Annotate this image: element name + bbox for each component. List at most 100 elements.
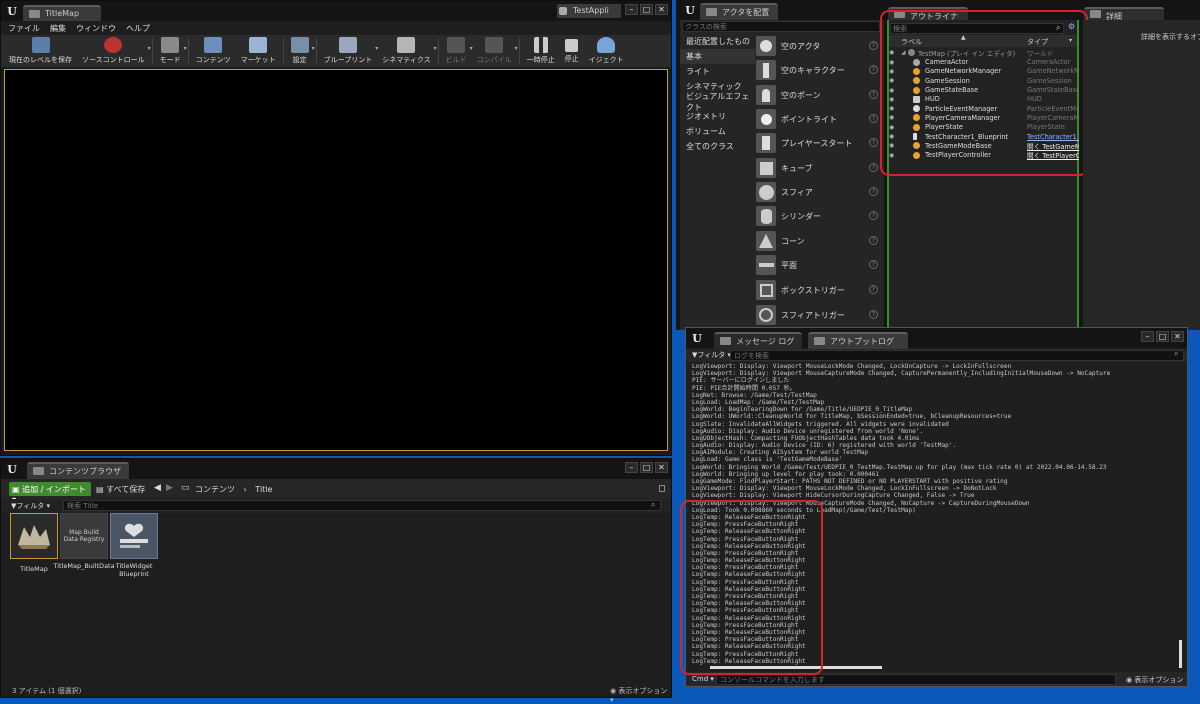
help-icon[interactable]: ? bbox=[869, 310, 878, 319]
place-item-cube[interactable]: キューブ? bbox=[756, 157, 880, 179]
back-arrow-icon[interactable]: ◀ bbox=[154, 483, 161, 493]
close-button[interactable]: ✕ bbox=[655, 462, 668, 473]
build-button[interactable]: ビルド ▾ bbox=[441, 35, 473, 67]
tab-content-browser[interactable]: コンテンツブラウザ bbox=[27, 462, 129, 479]
eject-button[interactable]: イジェクト bbox=[584, 35, 629, 67]
minimize-button[interactable]: – bbox=[625, 4, 638, 15]
place-item-plane[interactable]: 平面? bbox=[756, 254, 880, 276]
console-command-input[interactable] bbox=[716, 674, 1116, 685]
log-filter-button[interactable]: ▼フィルタ ▾ bbox=[692, 350, 731, 360]
content-label: コンテンツ bbox=[195, 56, 231, 64]
asset-titlewidget-blueprint[interactable]: TitleWidget Blueprint bbox=[110, 513, 158, 578]
help-icon[interactable]: ? bbox=[869, 187, 878, 196]
add-import-button[interactable]: ▣ 追加 / インポート ▾ bbox=[9, 482, 91, 504]
modes-button[interactable]: モード ▾ bbox=[155, 35, 187, 67]
lock-icon[interactable] bbox=[659, 485, 665, 492]
filter-button[interactable]: ▼フィルタ ▾ bbox=[11, 501, 50, 511]
tab-titlemap[interactable]: TitleMap bbox=[23, 5, 101, 22]
eject-icon bbox=[597, 37, 616, 53]
menu-window[interactable]: ウィンドウ bbox=[76, 23, 116, 34]
eject-label: イジェクト bbox=[588, 56, 624, 64]
class-search-input[interactable] bbox=[682, 21, 880, 32]
help-icon[interactable]: ? bbox=[869, 65, 878, 74]
marketplace-button[interactable]: マーケット bbox=[236, 35, 281, 67]
category-basic[interactable]: 基本 bbox=[680, 49, 755, 64]
place-item-cylinder[interactable]: シリンダー? bbox=[756, 205, 880, 227]
category-recent[interactable]: 最近配置したもの bbox=[680, 34, 755, 49]
place-item-sphere-trigger[interactable]: スフィアトリガー? bbox=[756, 304, 880, 326]
save-level-button[interactable]: 現在のレベルを保存 bbox=[4, 35, 77, 67]
chevron-down-icon: ▾ bbox=[147, 45, 151, 52]
cmd-selector[interactable]: Cmd ▾ bbox=[692, 675, 714, 683]
tab-place-actors[interactable]: アクタを配置 bbox=[700, 3, 778, 20]
tab-details[interactable]: 詳細 bbox=[1084, 7, 1164, 21]
place-item-cone[interactable]: コーン? bbox=[756, 230, 880, 252]
place-item-empty-actor[interactable]: 空のアクタ? bbox=[756, 35, 880, 57]
settings-button[interactable]: 設定 ▾ bbox=[286, 35, 315, 67]
log-scrollbar[interactable] bbox=[1179, 640, 1182, 668]
menu-edit[interactable]: 編集 bbox=[50, 23, 66, 34]
breadcrumb-content[interactable]: コンテンツ bbox=[195, 485, 235, 494]
blueprints-button[interactable]: ブループリント ▾ bbox=[319, 35, 378, 67]
add-import-label: 追加 / インポート bbox=[22, 485, 86, 494]
place-item-empty-character[interactable]: 空のキャラクター? bbox=[756, 59, 880, 81]
character-icon bbox=[756, 60, 776, 80]
close-button[interactable]: ✕ bbox=[1171, 331, 1184, 342]
asset-titlemap[interactable]: TitleMap bbox=[10, 513, 58, 573]
help-icon[interactable]: ? bbox=[869, 41, 878, 50]
minimize-button[interactable]: – bbox=[1141, 331, 1154, 342]
help-icon[interactable]: ? bbox=[869, 114, 878, 123]
maximize-button[interactable]: □ bbox=[1156, 331, 1169, 342]
place-item-point-light[interactable]: ポイントライト? bbox=[756, 108, 880, 130]
content-button[interactable]: コンテンツ bbox=[191, 35, 236, 67]
content-browser-titlebar[interactable]: U コンテンツブラウザ – □ ✕ bbox=[1, 459, 671, 479]
compile-button[interactable]: コンパイル ▾ bbox=[472, 35, 518, 67]
help-icon[interactable]: ? bbox=[869, 163, 878, 172]
source-control-button[interactable]: ソースコントロール ▾ bbox=[77, 35, 151, 67]
pause-button[interactable]: 一時停止 bbox=[522, 35, 560, 67]
save-all-button[interactable]: ▤ すべて保存 bbox=[96, 484, 145, 495]
modes-icon bbox=[161, 37, 180, 53]
asset-titlemap-builtdata[interactable]: Map Build Data Registry TitleMap_BuiltDa… bbox=[53, 513, 115, 570]
tab-message-log[interactable]: メッセージ ログ bbox=[714, 332, 802, 349]
place-item-box-trigger[interactable]: ボックストリガー? bbox=[756, 279, 880, 301]
help-icon[interactable]: ? bbox=[869, 285, 878, 294]
place-item-empty-pawn[interactable]: 空のポーン? bbox=[756, 84, 880, 106]
category-all-classes[interactable]: 全てのクラス bbox=[680, 139, 755, 154]
maximize-button[interactable]: □ bbox=[640, 462, 653, 473]
content-search-input[interactable] bbox=[63, 500, 661, 511]
category-volumes[interactable]: ボリューム bbox=[680, 124, 755, 139]
log-search-input[interactable] bbox=[730, 350, 1184, 361]
compile-label: コンパイル bbox=[476, 56, 512, 64]
menu-file[interactable]: ファイル bbox=[8, 23, 40, 34]
help-icon[interactable]: ? bbox=[869, 90, 878, 99]
category-visual-effects[interactable]: ビジュアルエフェクト bbox=[680, 92, 755, 112]
help-icon[interactable]: ? bbox=[869, 236, 878, 245]
marketplace-icon bbox=[249, 37, 268, 53]
log-view-options-button[interactable]: ◉ 表示オプション ▾ bbox=[1126, 675, 1187, 686]
minimize-button[interactable]: – bbox=[625, 462, 638, 473]
level-viewport[interactable] bbox=[4, 69, 668, 451]
save-icon bbox=[31, 37, 50, 53]
forward-arrow-icon[interactable]: ▶ bbox=[166, 483, 173, 493]
cinematics-button[interactable]: シネマティクス ▾ bbox=[377, 35, 437, 67]
tab-output-log[interactable]: アウトプットログ bbox=[808, 332, 908, 349]
output-log-titlebar[interactable]: U メッセージ ログ アウトプットログ – □ ✕ bbox=[686, 328, 1187, 349]
category-lights[interactable]: ライト bbox=[680, 64, 755, 79]
view-options-button[interactable]: ◉ 表示オプション ▾ bbox=[610, 686, 672, 704]
asset-label: TitleMap_BuiltData bbox=[53, 562, 115, 570]
place-item-player-start[interactable]: プレイヤースタート? bbox=[756, 132, 880, 154]
widget-blueprint-thumbnail bbox=[110, 513, 158, 559]
menu-help[interactable]: ヘルプ bbox=[126, 23, 150, 34]
folder-icon: ▭ bbox=[181, 483, 190, 493]
help-icon[interactable]: ? bbox=[869, 260, 878, 269]
help-icon[interactable]: ? bbox=[869, 138, 878, 147]
breadcrumb-title[interactable]: Title bbox=[255, 485, 272, 494]
maximize-button[interactable]: □ bbox=[640, 4, 653, 15]
cylinder-icon bbox=[756, 206, 776, 226]
close-button[interactable]: ✕ bbox=[655, 4, 668, 15]
level-editor-titlebar[interactable]: U TitleMap TestAppli – □ ✕ bbox=[1, 1, 671, 22]
help-icon[interactable]: ? bbox=[869, 211, 878, 220]
stop-button[interactable]: 停止 bbox=[560, 35, 584, 67]
place-item-sphere[interactable]: スフィア? bbox=[756, 181, 880, 203]
